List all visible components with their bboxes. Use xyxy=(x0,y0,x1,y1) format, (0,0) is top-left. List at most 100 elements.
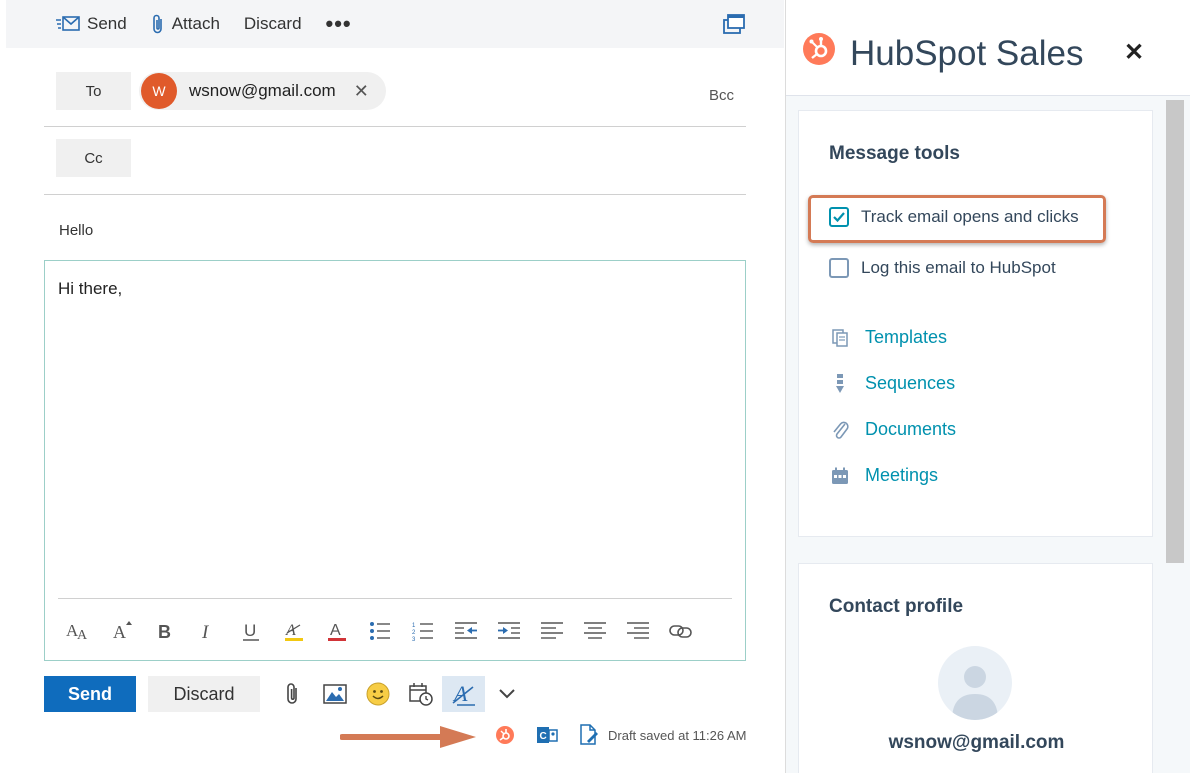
message-tools-title: Message tools xyxy=(829,143,960,164)
svg-text:U: U xyxy=(244,621,256,640)
to-row: To W wsnow@gmail.com ✕ Bcc xyxy=(44,58,746,127)
svg-text:A: A xyxy=(77,628,88,642)
send-button[interactable]: Send xyxy=(44,676,136,712)
document-edit-icon xyxy=(580,724,598,745)
align-left-icon[interactable] xyxy=(530,611,573,651)
recipient-email: wsnow@gmail.com xyxy=(189,81,336,100)
svg-text:I: I xyxy=(201,622,210,641)
font-size-icon[interactable]: AA xyxy=(57,611,100,651)
emoji-icon xyxy=(366,682,389,706)
hubspot-sprocket-icon xyxy=(496,726,514,744)
font-color-icon[interactable]: A xyxy=(315,611,358,651)
close-icon[interactable]: ✕ xyxy=(1124,38,1144,67)
draft-status-button[interactable] xyxy=(568,724,610,746)
more-icon: ••• xyxy=(325,11,352,36)
discard-button[interactable]: Discard xyxy=(148,676,260,712)
discard-label: Discard xyxy=(243,14,302,33)
templates-link[interactable]: Templates xyxy=(829,327,947,348)
format-divider xyxy=(58,598,732,599)
cc-button[interactable]: Cc xyxy=(56,139,131,177)
paperclip-icon xyxy=(152,14,162,34)
svg-text:3: 3 xyxy=(412,637,416,641)
sequences-icon xyxy=(829,373,851,394)
track-opens-checkbox[interactable]: Track email opens and clicks xyxy=(829,207,1079,227)
scrollbar[interactable] xyxy=(1166,100,1184,563)
message-body-text[interactable]: Hi there, xyxy=(58,279,122,299)
cc-row: Cc xyxy=(44,127,746,195)
align-center-icon[interactable] xyxy=(573,611,616,651)
message-tools-card: Message tools Track email opens and clic… xyxy=(798,110,1153,537)
bold-icon[interactable]: B xyxy=(143,611,186,651)
emoji-button[interactable] xyxy=(356,676,399,712)
templates-icon xyxy=(829,328,851,347)
highlight-icon[interactable]: A xyxy=(272,611,315,651)
attach-file-button[interactable] xyxy=(270,676,313,712)
hubspot-logo-icon xyxy=(803,33,835,65)
log-email-checkbox[interactable]: Log this email to HubSpot xyxy=(829,258,1056,278)
send-label: Send xyxy=(87,14,127,33)
checkbox-checked-icon xyxy=(829,207,849,227)
track-opens-label: Track email opens and clicks xyxy=(861,207,1079,226)
decrease-indent-icon[interactable] xyxy=(444,611,487,651)
outlook-addin-button[interactable]: C xyxy=(526,725,568,745)
hubspot-header: HubSpot Sales ✕ xyxy=(786,0,1190,96)
popout-button[interactable] xyxy=(722,13,746,40)
send-mail-icon xyxy=(56,16,80,31)
hubspot-addin-button[interactable] xyxy=(484,725,526,745)
contact-avatar-icon[interactable] xyxy=(938,646,1012,720)
picture-icon xyxy=(322,684,347,704)
log-email-label: Log this email to HubSpot xyxy=(861,258,1056,277)
contact-profile-card: Contact profile wsnow@gmail.com xyxy=(798,563,1153,773)
calendar-clock-icon xyxy=(408,683,433,706)
svg-text:A: A xyxy=(113,622,126,642)
underline-icon[interactable]: U xyxy=(229,611,272,651)
meetings-link[interactable]: Meetings xyxy=(829,465,938,486)
grow-font-icon[interactable]: A xyxy=(100,611,143,651)
format-text-icon: A xyxy=(452,681,475,706)
recipient-chip[interactable]: W wsnow@gmail.com ✕ xyxy=(139,72,386,110)
to-button[interactable]: To xyxy=(56,72,131,110)
command-bar: Send Attach Discard ••• xyxy=(6,0,784,48)
message-body-editor[interactable]: Hi there, AA A B I U A 1 2 3 xyxy=(44,260,746,661)
toolbar-send-button[interactable]: Send xyxy=(6,0,139,48)
remove-recipient-icon[interactable]: ✕ xyxy=(354,81,369,102)
sequences-link[interactable]: Sequences xyxy=(829,373,955,394)
documents-label: Documents xyxy=(865,419,957,439)
schedule-button[interactable] xyxy=(399,676,442,712)
align-right-icon[interactable] xyxy=(616,611,659,651)
more-options-button[interactable]: ••• xyxy=(314,0,364,48)
documents-link[interactable]: Documents xyxy=(829,419,956,440)
bcc-link[interactable]: Bcc xyxy=(709,87,734,104)
contact-email[interactable]: wsnow@gmail.com xyxy=(799,732,1154,754)
format-text-button[interactable]: A xyxy=(442,676,485,712)
hubspot-sales-pane: HubSpot Sales ✕ Message tools Track emai… xyxy=(786,0,1190,773)
addin-status-icons: C xyxy=(484,724,610,746)
checkbox-unchecked-icon xyxy=(829,258,849,278)
meetings-label: Meetings xyxy=(865,465,939,485)
toolbar-discard-button[interactable]: Discard xyxy=(232,0,314,48)
bullets-icon[interactable] xyxy=(358,611,401,651)
attach-label: Attach xyxy=(171,14,220,33)
svg-text:C: C xyxy=(540,731,547,742)
recipient-avatar: W xyxy=(141,73,177,109)
paperclip-icon xyxy=(286,683,297,704)
templates-label: Templates xyxy=(865,327,948,347)
draft-saved-status: Draft saved at 11:26 AM xyxy=(608,728,747,743)
numbering-icon[interactable]: 123 xyxy=(401,611,444,651)
chevron-down-icon xyxy=(498,689,515,699)
compose-actions: Send Discard A xyxy=(44,676,528,712)
annotation-arrow-icon xyxy=(340,726,476,748)
italic-icon[interactable]: I xyxy=(186,611,229,651)
hubspot-title: HubSpot Sales xyxy=(850,34,1084,73)
increase-indent-icon[interactable] xyxy=(487,611,530,651)
svg-text:1: 1 xyxy=(412,623,416,629)
outlook-contacts-icon: C xyxy=(537,727,558,743)
subject-field[interactable]: Hello xyxy=(59,222,93,239)
format-toolbar: AA A B I U A A xyxy=(57,611,702,651)
insert-picture-button[interactable] xyxy=(313,676,356,712)
svg-text:A: A xyxy=(330,622,341,639)
more-actions-button[interactable] xyxy=(485,676,528,712)
toolbar-attach-button[interactable]: Attach xyxy=(139,0,232,48)
link-icon[interactable] xyxy=(659,611,702,651)
popout-icon xyxy=(723,14,745,34)
